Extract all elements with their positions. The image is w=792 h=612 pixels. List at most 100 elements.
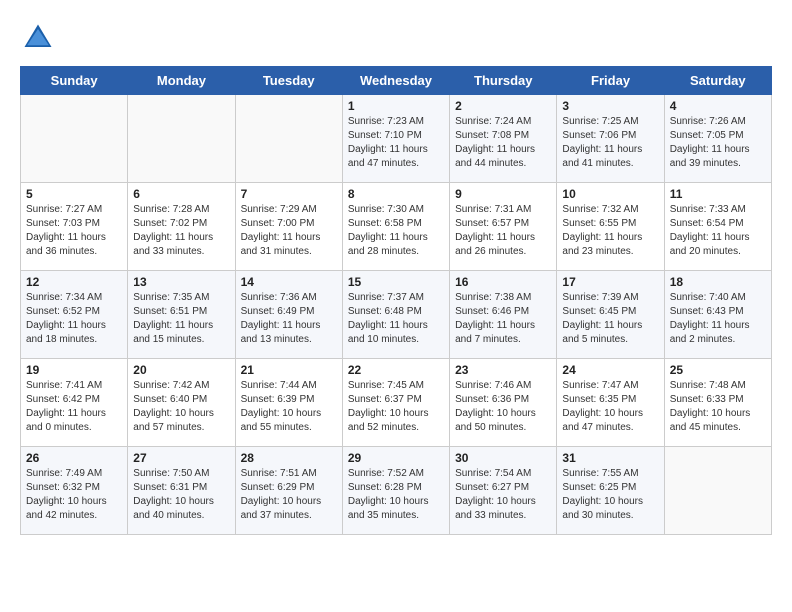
calendar-cell: 9 Sunrise: 7:31 AM Sunset: 6:57 PM Dayli… <box>450 183 557 271</box>
sunset-text: Sunset: 7:02 PM <box>133 218 207 229</box>
daylight-text: Daylight: 11 hours and 0 minutes. <box>26 408 106 433</box>
daylight-text: Daylight: 11 hours and 41 minutes. <box>562 144 642 169</box>
sunrise-text: Sunrise: 7:50 AM <box>133 468 209 479</box>
sunset-text: Sunset: 6:28 PM <box>348 482 422 493</box>
day-number: 24 <box>562 363 658 377</box>
daylight-text: Daylight: 11 hours and 26 minutes. <box>455 232 535 257</box>
cell-content: Sunrise: 7:48 AM Sunset: 6:33 PM Dayligh… <box>670 379 766 435</box>
sunset-text: Sunset: 6:45 PM <box>562 306 636 317</box>
cell-content: Sunrise: 7:27 AM Sunset: 7:03 PM Dayligh… <box>26 203 122 259</box>
day-number: 3 <box>562 99 658 113</box>
daylight-text: Daylight: 11 hours and 15 minutes. <box>133 320 213 345</box>
calendar-cell: 12 Sunrise: 7:34 AM Sunset: 6:52 PM Dayl… <box>21 271 128 359</box>
day-number: 7 <box>241 187 337 201</box>
logo <box>20 20 62 56</box>
sunrise-text: Sunrise: 7:40 AM <box>670 292 746 303</box>
daylight-text: Daylight: 11 hours and 20 minutes. <box>670 232 750 257</box>
sunrise-text: Sunrise: 7:44 AM <box>241 380 317 391</box>
day-number: 17 <box>562 275 658 289</box>
sunrise-text: Sunrise: 7:29 AM <box>241 204 317 215</box>
day-number: 22 <box>348 363 444 377</box>
calendar-cell: 3 Sunrise: 7:25 AM Sunset: 7:06 PM Dayli… <box>557 95 664 183</box>
day-number: 12 <box>26 275 122 289</box>
daylight-text: Daylight: 11 hours and 28 minutes. <box>348 232 428 257</box>
daylight-text: Daylight: 11 hours and 2 minutes. <box>670 320 750 345</box>
daylight-text: Daylight: 11 hours and 44 minutes. <box>455 144 535 169</box>
daylight-text: Daylight: 11 hours and 36 minutes. <box>26 232 106 257</box>
weekday-header: Thursday <box>450 67 557 95</box>
cell-content: Sunrise: 7:49 AM Sunset: 6:32 PM Dayligh… <box>26 467 122 523</box>
day-number: 19 <box>26 363 122 377</box>
sunset-text: Sunset: 6:40 PM <box>133 394 207 405</box>
day-number: 11 <box>670 187 766 201</box>
sunrise-text: Sunrise: 7:24 AM <box>455 116 531 127</box>
daylight-text: Daylight: 10 hours and 35 minutes. <box>348 496 429 521</box>
daylight-text: Daylight: 10 hours and 33 minutes. <box>455 496 536 521</box>
calendar-week-row: 19 Sunrise: 7:41 AM Sunset: 6:42 PM Dayl… <box>21 359 772 447</box>
calendar-header: SundayMondayTuesdayWednesdayThursdayFrid… <box>21 67 772 95</box>
calendar-cell: 7 Sunrise: 7:29 AM Sunset: 7:00 PM Dayli… <box>235 183 342 271</box>
sunset-text: Sunset: 6:32 PM <box>26 482 100 493</box>
sunrise-text: Sunrise: 7:30 AM <box>348 204 424 215</box>
sunrise-text: Sunrise: 7:31 AM <box>455 204 531 215</box>
cell-content: Sunrise: 7:24 AM Sunset: 7:08 PM Dayligh… <box>455 115 551 171</box>
sunset-text: Sunset: 6:58 PM <box>348 218 422 229</box>
cell-content: Sunrise: 7:52 AM Sunset: 6:28 PM Dayligh… <box>348 467 444 523</box>
sunrise-text: Sunrise: 7:28 AM <box>133 204 209 215</box>
weekday-header: Friday <box>557 67 664 95</box>
day-number: 23 <box>455 363 551 377</box>
sunrise-text: Sunrise: 7:34 AM <box>26 292 102 303</box>
sunset-text: Sunset: 6:57 PM <box>455 218 529 229</box>
sunset-text: Sunset: 6:37 PM <box>348 394 422 405</box>
day-number: 16 <box>455 275 551 289</box>
cell-content: Sunrise: 7:39 AM Sunset: 6:45 PM Dayligh… <box>562 291 658 347</box>
sunrise-text: Sunrise: 7:38 AM <box>455 292 531 303</box>
day-number: 31 <box>562 451 658 465</box>
calendar-cell: 22 Sunrise: 7:45 AM Sunset: 6:37 PM Dayl… <box>342 359 449 447</box>
daylight-text: Daylight: 10 hours and 47 minutes. <box>562 408 643 433</box>
calendar-cell <box>21 95 128 183</box>
cell-content: Sunrise: 7:34 AM Sunset: 6:52 PM Dayligh… <box>26 291 122 347</box>
day-number: 15 <box>348 275 444 289</box>
sunset-text: Sunset: 7:00 PM <box>241 218 315 229</box>
cell-content: Sunrise: 7:50 AM Sunset: 6:31 PM Dayligh… <box>133 467 229 523</box>
cell-content: Sunrise: 7:26 AM Sunset: 7:05 PM Dayligh… <box>670 115 766 171</box>
calendar-cell: 8 Sunrise: 7:30 AM Sunset: 6:58 PM Dayli… <box>342 183 449 271</box>
weekday-row: SundayMondayTuesdayWednesdayThursdayFrid… <box>21 67 772 95</box>
calendar-cell: 1 Sunrise: 7:23 AM Sunset: 7:10 PM Dayli… <box>342 95 449 183</box>
day-number: 21 <box>241 363 337 377</box>
sunrise-text: Sunrise: 7:36 AM <box>241 292 317 303</box>
daylight-text: Daylight: 11 hours and 13 minutes. <box>241 320 321 345</box>
sunset-text: Sunset: 6:54 PM <box>670 218 744 229</box>
sunset-text: Sunset: 6:35 PM <box>562 394 636 405</box>
sunset-text: Sunset: 6:46 PM <box>455 306 529 317</box>
day-number: 10 <box>562 187 658 201</box>
weekday-header: Monday <box>128 67 235 95</box>
sunset-text: Sunset: 7:06 PM <box>562 130 636 141</box>
daylight-text: Daylight: 11 hours and 33 minutes. <box>133 232 213 257</box>
daylight-text: Daylight: 11 hours and 23 minutes. <box>562 232 642 257</box>
sunrise-text: Sunrise: 7:48 AM <box>670 380 746 391</box>
calendar-cell: 23 Sunrise: 7:46 AM Sunset: 6:36 PM Dayl… <box>450 359 557 447</box>
daylight-text: Daylight: 10 hours and 50 minutes. <box>455 408 536 433</box>
sunrise-text: Sunrise: 7:37 AM <box>348 292 424 303</box>
calendar-week-row: 26 Sunrise: 7:49 AM Sunset: 6:32 PM Dayl… <box>21 447 772 535</box>
day-number: 25 <box>670 363 766 377</box>
calendar-cell <box>128 95 235 183</box>
sunrise-text: Sunrise: 7:27 AM <box>26 204 102 215</box>
calendar-cell: 11 Sunrise: 7:33 AM Sunset: 6:54 PM Dayl… <box>664 183 771 271</box>
daylight-text: Daylight: 10 hours and 30 minutes. <box>562 496 643 521</box>
cell-content: Sunrise: 7:55 AM Sunset: 6:25 PM Dayligh… <box>562 467 658 523</box>
calendar-cell: 27 Sunrise: 7:50 AM Sunset: 6:31 PM Dayl… <box>128 447 235 535</box>
daylight-text: Daylight: 11 hours and 39 minutes. <box>670 144 750 169</box>
cell-content: Sunrise: 7:37 AM Sunset: 6:48 PM Dayligh… <box>348 291 444 347</box>
cell-content: Sunrise: 7:47 AM Sunset: 6:35 PM Dayligh… <box>562 379 658 435</box>
calendar-table: SundayMondayTuesdayWednesdayThursdayFrid… <box>20 66 772 535</box>
day-number: 4 <box>670 99 766 113</box>
sunset-text: Sunset: 7:10 PM <box>348 130 422 141</box>
sunset-text: Sunset: 6:31 PM <box>133 482 207 493</box>
calendar-week-row: 5 Sunrise: 7:27 AM Sunset: 7:03 PM Dayli… <box>21 183 772 271</box>
daylight-text: Daylight: 11 hours and 47 minutes. <box>348 144 428 169</box>
day-number: 5 <box>26 187 122 201</box>
cell-content: Sunrise: 7:32 AM Sunset: 6:55 PM Dayligh… <box>562 203 658 259</box>
